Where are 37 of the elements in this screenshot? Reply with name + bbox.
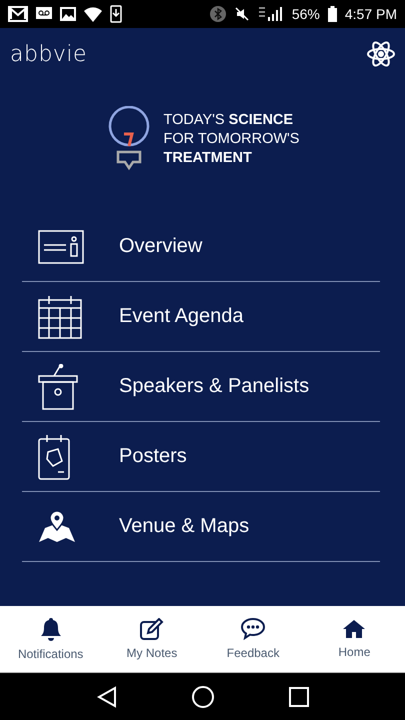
tagline-text: TREATMENT <box>164 148 253 168</box>
mute-icon <box>234 6 250 22</box>
id-card-icon <box>38 230 84 264</box>
menu-item[interactable]: Event Agenda <box>22 282 380 352</box>
tab-bar-item[interactable]: Feedback <box>202 606 304 672</box>
tagline-text: TODAY'S SCIENCE <box>164 110 294 130</box>
tab-bar-item[interactable]: Home <box>304 606 405 672</box>
tab-bar-item[interactable]: Notifications <box>0 606 102 672</box>
calendar-icon <box>38 294 82 338</box>
menu-item[interactable]: Posters <box>22 422 380 492</box>
brand-logo: abbvie <box>10 42 88 66</box>
podium-icon <box>38 364 78 410</box>
edit-icon <box>140 618 164 640</box>
home-button[interactable] <box>192 686 214 708</box>
menu-item[interactable]: Overview <box>22 212 380 282</box>
tab-bar-item[interactable]: My Notes <box>101 606 202 672</box>
poster-icon <box>38 434 70 480</box>
image-icon <box>60 7 76 21</box>
wifi-icon <box>84 6 102 22</box>
bluetooth-icon <box>210 6 226 22</box>
download-icon <box>110 5 122 23</box>
bell-icon <box>40 617 62 641</box>
menu-item[interactable]: Speakers & Panelists <box>22 352 380 422</box>
map-pin-icon <box>38 510 76 544</box>
signal-icon <box>258 6 284 22</box>
recents-button[interactable] <box>288 686 308 706</box>
tagline-text: FOR TOMORROW'S <box>164 130 300 148</box>
home-icon <box>342 619 366 639</box>
back-button[interactable] <box>96 686 116 708</box>
atom-icon[interactable] <box>367 40 395 68</box>
menu-item[interactable]: Venue & Maps <box>22 492 380 562</box>
battery-icon <box>328 6 337 22</box>
voicemail-icon <box>36 7 52 21</box>
mail-icon <box>8 6 28 22</box>
speech-bubble-icon <box>241 618 266 640</box>
status-time: 4:57 PM <box>344 6 397 22</box>
battery-percentage: 56% <box>292 6 320 22</box>
